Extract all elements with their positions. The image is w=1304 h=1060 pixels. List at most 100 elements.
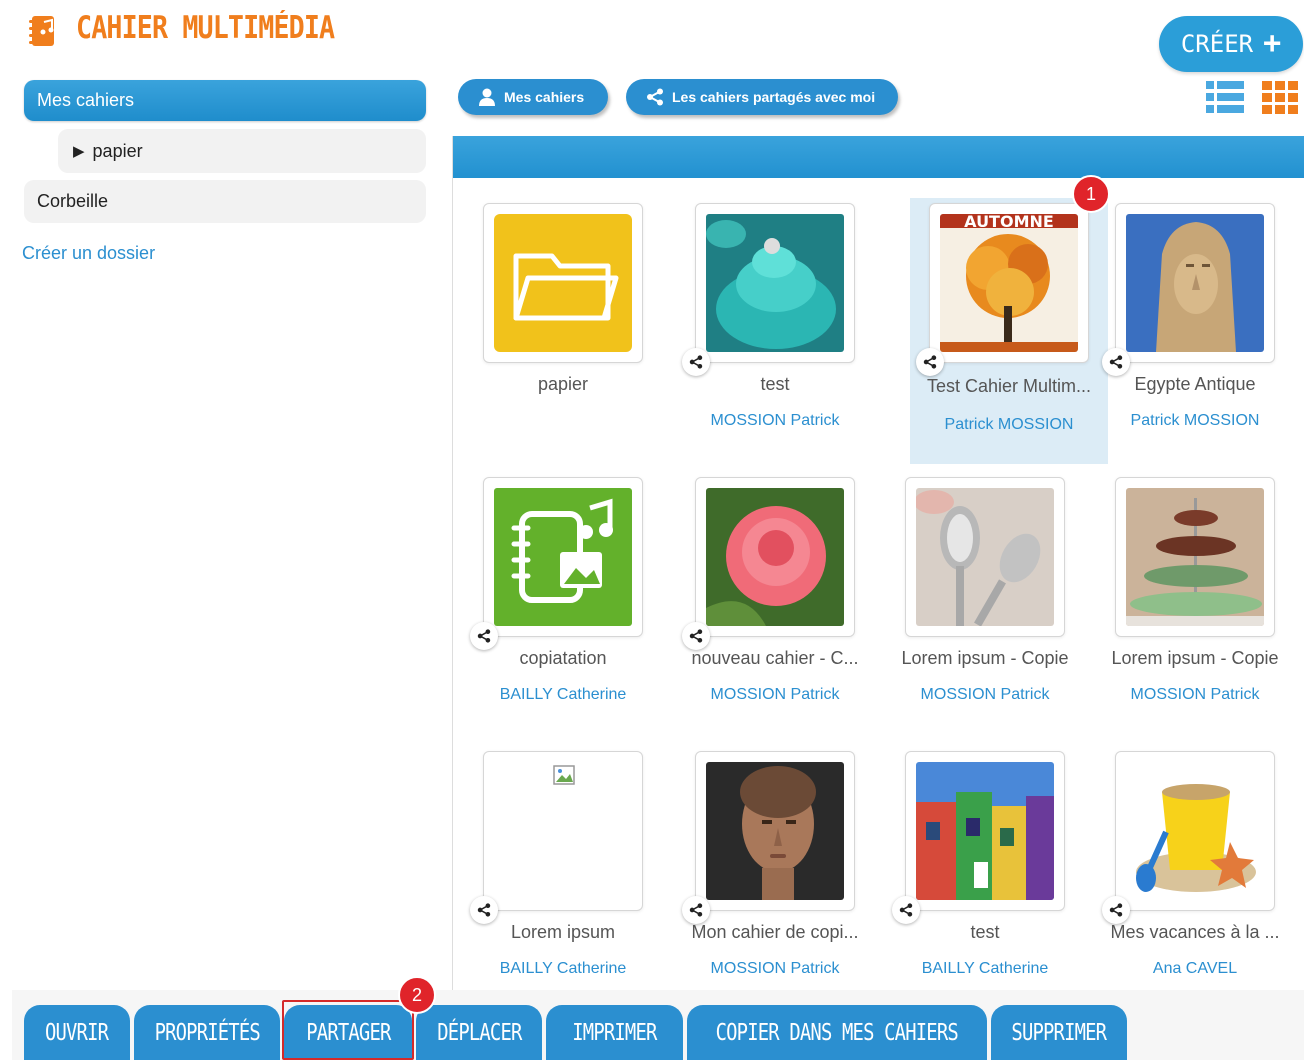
share-icon — [647, 88, 663, 106]
share-icon[interactable] — [892, 896, 920, 924]
notebook-owner: BAILLY Catherine — [499, 960, 627, 977]
notebook-card[interactable]: Mes vacances à la ... Ana CAVEL — [1084, 746, 1284, 1008]
notebook-thumbnail[interactable] — [1115, 477, 1275, 637]
create-button[interactable]: CRÉER + — [1159, 16, 1303, 72]
delete-button[interactable]: SUPPRIMER — [991, 1005, 1127, 1060]
properties-button[interactable]: PROPRIÉTÉS — [134, 1005, 280, 1060]
grid-view-icon[interactable] — [1262, 80, 1300, 114]
panel-header-bar — [453, 136, 1304, 178]
folder-image — [494, 214, 632, 352]
share-icon[interactable] — [916, 348, 944, 376]
notebook-title: test — [760, 374, 790, 394]
print-button[interactable]: IMPRIMER — [546, 1005, 683, 1060]
notebook-thumbnail[interactable]: AUTOMNE — [916, 203, 1089, 376]
notebook-owner: MOSSION Patrick — [710, 686, 840, 703]
notebook-thumbnail[interactable] — [1102, 751, 1275, 924]
notebook-card[interactable]: nouveau cahier - C... MOSSION Patrick — [664, 472, 864, 734]
notebook-owner: MOSSION Patrick — [710, 960, 840, 977]
colorful-houses-image — [916, 762, 1054, 900]
sidebar-item-corbeille[interactable]: Corbeille — [24, 180, 426, 223]
move-button[interactable]: DÉPLACER — [416, 1005, 542, 1060]
notebook-title: Mon cahier de copi... — [691, 922, 859, 942]
notebook-thumbnail[interactable] — [470, 477, 643, 650]
copy-to-my-notebooks-button[interactable]: COPIER DANS MES CAHIERS — [687, 1005, 987, 1060]
pharaoh-statue-image — [1126, 214, 1264, 352]
list-view-icon[interactable] — [1206, 80, 1244, 114]
notebook-green-image — [494, 488, 632, 626]
pink-rose-image — [706, 488, 844, 626]
open-button[interactable]: OUVRIR — [24, 1005, 130, 1060]
thumbnail-caption: AUTOMNE — [964, 212, 1054, 231]
notebook-owner: MOSSION Patrick — [920, 686, 1050, 703]
share-icon[interactable] — [470, 622, 498, 650]
share-icon[interactable] — [682, 622, 710, 650]
notebook-card[interactable]: copiatation BAILLY Catherine — [452, 472, 652, 734]
notebook-card[interactable]: test BAILLY Catherine — [874, 746, 1074, 1008]
plus-icon: + — [1263, 26, 1282, 61]
notebook-thumbnail[interactable] — [1102, 203, 1275, 376]
notebook-card[interactable]: test MOSSION Patrick — [664, 198, 864, 460]
notebook-thumbnail[interactable] — [682, 203, 855, 376]
notebook-card[interactable]: Mon cahier de copi... MOSSION Patrick — [664, 746, 864, 1008]
notebook-owner: Ana CAVEL — [1152, 960, 1238, 977]
notebook-owner: MOSSION Patrick — [710, 412, 840, 429]
face-portrait-image — [706, 762, 844, 900]
autumn-tree-image — [940, 214, 1078, 352]
notebook-thumbnail[interactable] — [905, 477, 1065, 637]
notebook-thumbnail[interactable] — [483, 203, 643, 363]
notebook-owner: Patrick MOSSION — [944, 416, 1074, 433]
user-icon — [479, 88, 495, 106]
create-folder-link[interactable]: Créer un dossier — [22, 243, 155, 264]
notebook-title: copiatation — [519, 648, 607, 668]
notebook-thumbnail[interactable] — [470, 751, 643, 924]
notebook-title: papier — [537, 374, 589, 394]
notebook-card[interactable]: Lorem ipsum BAILLY Catherine — [452, 746, 652, 1008]
app-title: CAHIER MULTIMÉDIA — [76, 10, 335, 46]
notebook-card[interactable]: Egypte Antique Patrick MOSSION — [1084, 198, 1284, 460]
sidebar-item-label: Corbeille — [37, 191, 109, 211]
notebook-thumbnail[interactable] — [682, 751, 855, 924]
notebook-title: Lorem ipsum - Copie — [1111, 648, 1279, 668]
share-button-highlight — [282, 1000, 414, 1060]
spoons-image — [916, 488, 1054, 626]
filter-label: Mes cahiers — [504, 89, 585, 105]
notebook-thumbnail[interactable] — [682, 477, 855, 650]
teal-cupcake-image — [706, 214, 844, 352]
share-icon[interactable] — [1102, 896, 1130, 924]
step-marker-2: 2 — [398, 976, 436, 1014]
notebook-thumbnail[interactable] — [892, 751, 1065, 924]
step-marker-1: 1 — [1072, 175, 1110, 213]
filter-mes-cahiers-button[interactable]: Mes cahiers — [458, 79, 608, 115]
sand-bucket-image — [1126, 762, 1264, 900]
notebook-owner: BAILLY Catherine — [499, 686, 627, 703]
notebook-title: Lorem ipsum - Copie — [901, 648, 1069, 668]
share-icon[interactable] — [682, 896, 710, 924]
notebook-owner: BAILLY Catherine — [921, 960, 1049, 977]
notebook-title: Mes vacances à la ... — [1110, 922, 1280, 942]
notebook-owner: Patrick MOSSION — [1130, 412, 1260, 429]
notebook-owner: MOSSION Patrick — [1130, 686, 1260, 703]
sidebar-item-label: papier — [92, 140, 143, 161]
sidebar-item-mes-cahiers[interactable]: Mes cahiers — [24, 80, 426, 121]
notebook-logo-icon — [29, 16, 54, 46]
share-icon[interactable] — [470, 896, 498, 924]
notebook-title: Lorem ipsum — [510, 922, 616, 942]
filter-label: Les cahiers partagés avec moi — [672, 89, 876, 105]
cupcake-tower-image — [1126, 488, 1264, 626]
share-icon[interactable] — [1102, 348, 1130, 376]
expand-triangle-icon[interactable]: ▶ — [73, 142, 85, 160]
filter-shared-button[interactable]: Les cahiers partagés avec moi — [626, 79, 898, 115]
sidebar-item-papier[interactable]: ▶ papier — [58, 129, 426, 173]
notebook-title: test — [970, 922, 1000, 942]
broken-image-image — [494, 762, 632, 900]
notebook-card[interactable]: Lorem ipsum - Copie MOSSION Patrick — [1084, 472, 1284, 734]
notebook-card[interactable]: Lorem ipsum - Copie MOSSION Patrick — [874, 472, 1074, 734]
sidebar-item-label: Mes cahiers — [37, 90, 135, 110]
notebook-title: nouveau cahier - C... — [691, 648, 859, 668]
notebook-title: Test Cahier Multim... — [926, 376, 1092, 396]
notebook-card[interactable]: AUTOMNE Test Cahier Multim... Patrick MOSS… — [910, 198, 1108, 464]
notebook-title: Egypte Antique — [1134, 374, 1256, 394]
share-icon[interactable] — [682, 348, 710, 376]
create-label: CRÉER — [1180, 30, 1254, 58]
notebook-card[interactable]: papier — [452, 198, 652, 460]
